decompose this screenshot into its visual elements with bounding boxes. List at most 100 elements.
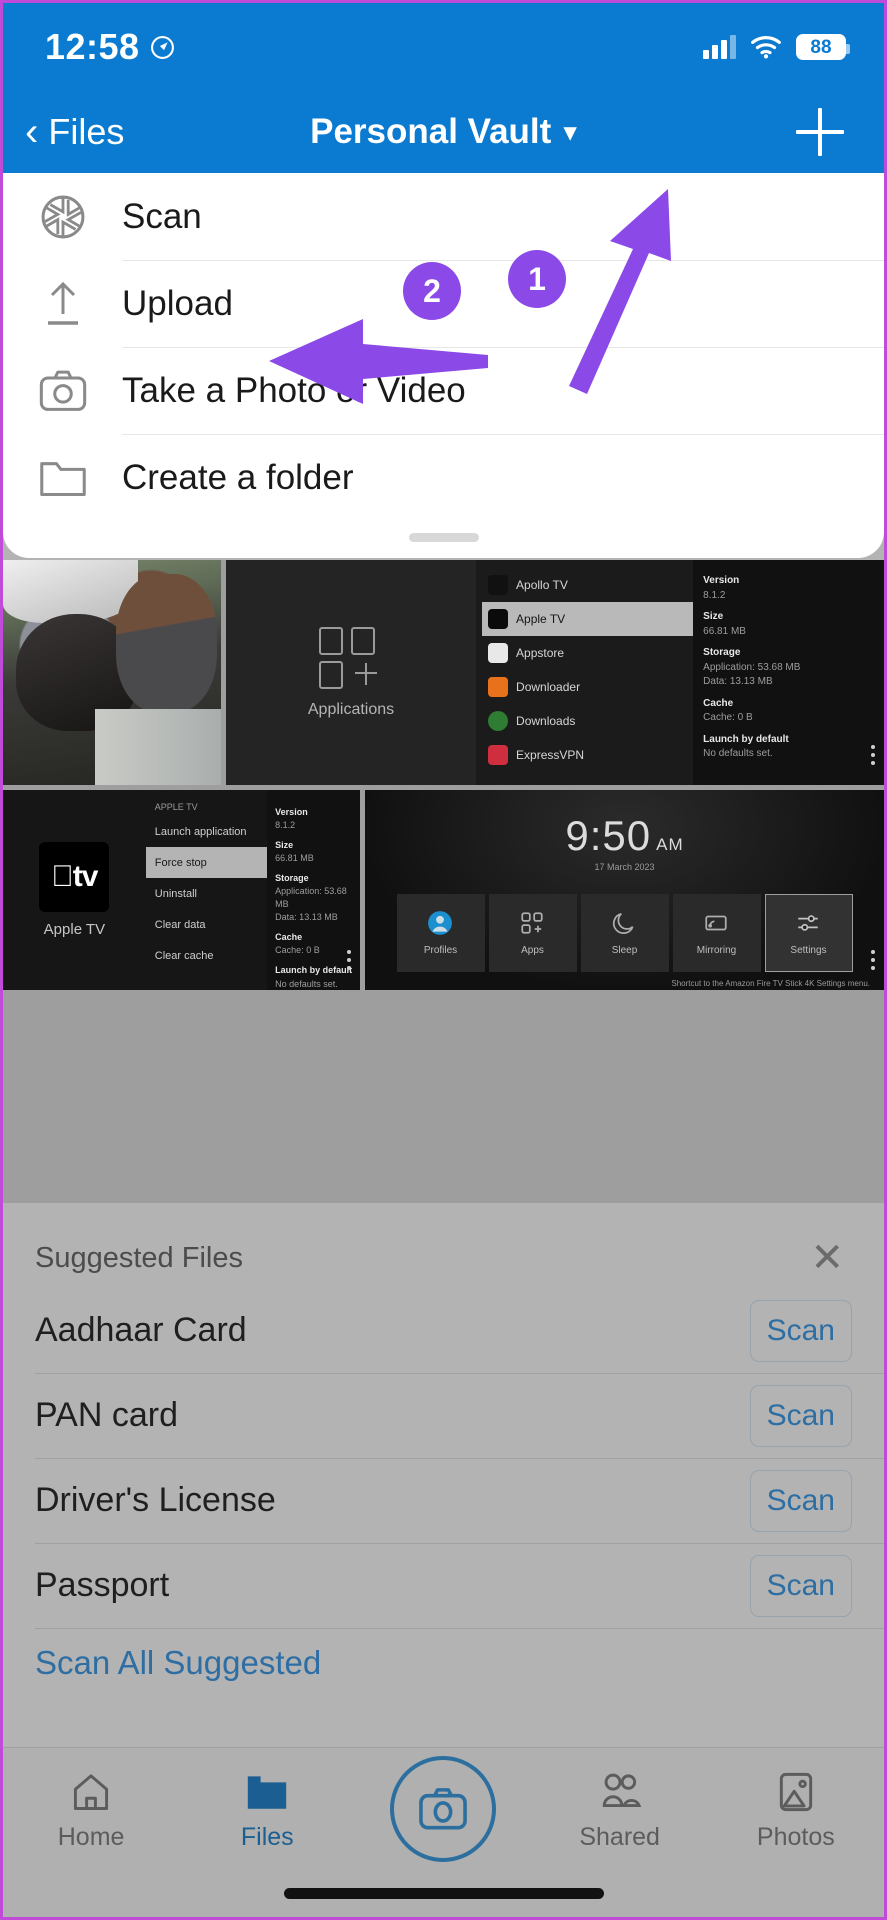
status-time: 12:58 (45, 26, 140, 67)
menu-item-scan[interactable]: Scan (3, 173, 884, 260)
suggested-files-title: Suggested Files (35, 1241, 243, 1274)
folder-filled-icon (243, 1770, 291, 1814)
tile-label: Settings (790, 945, 827, 956)
suggested-files-header: Suggested Files ✕ (3, 1208, 884, 1288)
camera-capture-button[interactable] (368, 1756, 518, 1862)
chevron-down-icon: ▾ (563, 116, 577, 147)
nav-title-group[interactable]: Personal Vault ▾ (3, 91, 884, 173)
app-details-panel: Version 8.1.2 Size 66.81 MB Storage Appl… (693, 560, 884, 785)
scan-all-wrapper: Scan All Suggested (3, 1628, 884, 1682)
thumbnail-appletv-forcestop[interactable]: tv Apple TV APPLE TV Launch application… (3, 790, 360, 990)
app-name: ExpressVPN (516, 748, 585, 762)
menu-item-create-folder[interactable]: Create a folder (3, 434, 884, 521)
firetv-tile-mirroring: Mirroring (672, 894, 761, 972)
tab-home[interactable]: Home (16, 1770, 166, 1852)
close-x-icon[interactable]: ✕ (810, 1238, 844, 1278)
shared-people-icon (596, 1770, 644, 1814)
app-row: Downloads (482, 704, 693, 738)
detail-key: Storage (275, 873, 309, 884)
folder-icon (3, 456, 122, 500)
suggested-file-name: Passport (35, 1566, 170, 1604)
scan-all-suggested-button[interactable]: Scan All Suggested (3, 1628, 884, 1682)
detail-value: 66.81 MB (703, 625, 746, 637)
menu-item-label: Scan (122, 196, 202, 236)
menu-item-label: Create a folder (122, 457, 354, 497)
apps-panel: Applications (226, 560, 477, 785)
suggested-file-row[interactable]: Driver's License Scan (3, 1458, 884, 1543)
app-row: Downloader (482, 670, 693, 704)
appletv-app-name: Apple TV (43, 921, 106, 938)
detail-key: Cache (703, 697, 734, 709)
app-name: Apollo TV (516, 578, 568, 592)
suggested-file-name: Driver's License (35, 1481, 276, 1519)
add-button[interactable] (796, 108, 844, 156)
suggested-file-row[interactable]: Passport Scan (3, 1543, 884, 1628)
clock-meridiem: AM (656, 835, 684, 854)
detail-key: Size (275, 840, 294, 851)
tab-shared[interactable]: Shared (545, 1770, 695, 1852)
status-bar: 12:58 88 (3, 3, 884, 91)
moon-icon (611, 910, 639, 938)
detail-value: Cache: 0 B (275, 945, 320, 956)
firetv-date: 17 March 2023 (594, 862, 655, 872)
app-name: Downloader (516, 680, 581, 694)
detail-value: No defaults set. (275, 978, 338, 989)
apps-list: Apollo TV Apple TV Appstore Downloader D… (476, 560, 694, 785)
camera-icon (390, 1756, 497, 1862)
tab-photos[interactable]: Photos (721, 1770, 871, 1852)
firetv-clock: 9:50 AM (565, 812, 683, 860)
app-icon (488, 711, 509, 731)
menu-item-upload[interactable]: Upload (3, 260, 884, 347)
aperture-scan-icon (3, 191, 122, 243)
scan-button[interactable]: Scan (749, 1299, 852, 1362)
scan-button[interactable]: Scan (749, 1554, 852, 1617)
more-options-icon (347, 946, 351, 974)
app-icon (488, 643, 509, 663)
detail-value: Cache: 0 B (703, 712, 753, 723)
wifi-icon (751, 36, 781, 59)
app-row-selected: Apple TV (482, 602, 694, 636)
app-name: Apple TV (516, 612, 566, 626)
battery-indicator: 88 (796, 34, 850, 60)
page-title: Personal Vault (310, 112, 552, 151)
location-arrow-icon (150, 35, 174, 59)
add-action-sheet: Scan Upload Take a Photo or Video Create… (3, 173, 884, 558)
thumbnail-firetv-apps[interactable]: Applications Apollo TV Apple TV Appstore (226, 560, 884, 785)
chevron-left-icon: ‹ (25, 110, 39, 154)
app-icon (488, 677, 509, 697)
upload-arrow-icon (3, 278, 122, 330)
photo-second-person (116, 573, 217, 713)
photo-shirt (94, 708, 221, 785)
back-button[interactable]: ‹ Files (25, 111, 124, 153)
cellular-signal-icon (703, 35, 736, 59)
app-row: Apollo TV (482, 568, 693, 602)
detail-value: 66.81 MB (275, 853, 314, 864)
thumbnail-firetv-home[interactable]: 9:50 AM 17 March 2023 Profiles Apps Slee… (365, 790, 884, 990)
suggested-file-name: Aadhaar Card (35, 1311, 247, 1349)
detail-key: Size (703, 611, 724, 622)
detail-value: 8.1.2 (703, 589, 726, 601)
firetv-tile-profiles: Profiles (396, 894, 485, 972)
menu-item-take-photo[interactable]: Take a Photo or Video (3, 347, 884, 434)
appletv-option: Launch application (154, 825, 247, 838)
tile-label: Profiles (423, 945, 458, 956)
suggested-file-row[interactable]: Aadhaar Card Scan (3, 1288, 884, 1373)
app-name: Appstore (516, 646, 565, 660)
detail-value: Application: 53.68 MB Data: 13.13 MB (703, 661, 801, 688)
appletv-option: Clear data (154, 918, 206, 931)
status-bar-left: 12:58 (45, 26, 175, 68)
sheet-grabber[interactable] (408, 533, 479, 542)
logo-text: tv (62, 860, 99, 893)
screen-mirror-icon (703, 910, 731, 938)
suggested-file-row[interactable]: PAN card Scan (3, 1373, 884, 1458)
battery-level: 88 (810, 36, 832, 58)
camera-icon (3, 368, 122, 414)
nav-bar: ‹ Files Personal Vault ▾ (3, 91, 884, 173)
detail-key: Launch by default (703, 733, 789, 745)
detail-key: Launch by default (275, 965, 353, 976)
scan-button[interactable]: Scan (749, 1384, 852, 1447)
scan-button[interactable]: Scan (749, 1469, 852, 1532)
more-options-icon (871, 946, 875, 974)
tab-files[interactable]: Files (192, 1770, 342, 1852)
thumbnail-photo-selfie[interactable] (3, 560, 221, 785)
